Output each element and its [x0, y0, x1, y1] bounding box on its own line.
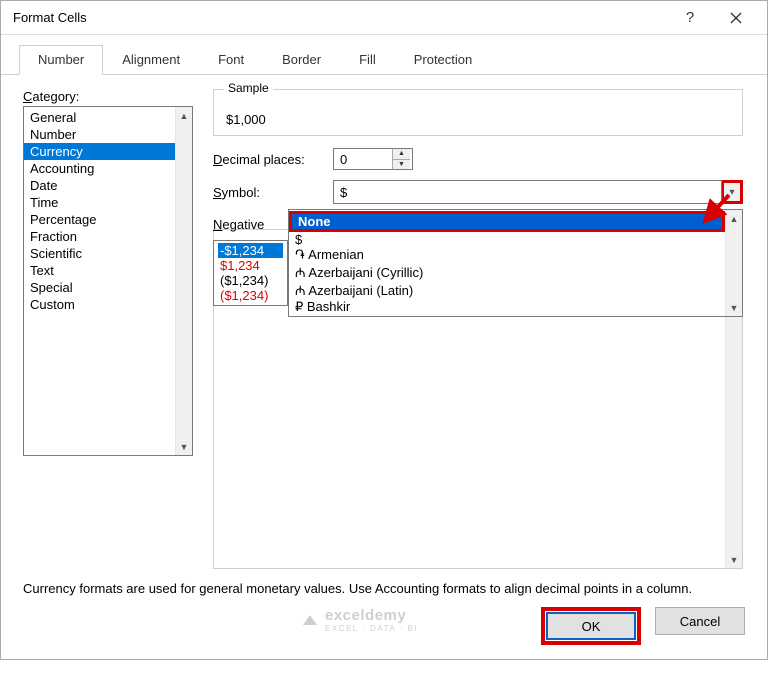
titlebar: Format Cells ? — [1, 1, 767, 35]
scroll-down-icon[interactable]: ▼ — [176, 438, 192, 455]
sample-value: $1,000 — [226, 112, 730, 127]
cancel-button[interactable]: Cancel — [655, 607, 745, 635]
category-item[interactable]: Date — [24, 177, 175, 194]
category-item[interactable]: Text — [24, 262, 175, 279]
decimal-label: Decimal places: — [213, 152, 333, 167]
ok-button[interactable]: OK — [546, 612, 636, 640]
decimal-input[interactable] — [334, 149, 392, 169]
scroll-up-icon[interactable]: ▲ — [176, 107, 192, 124]
category-item[interactable]: Time — [24, 194, 175, 211]
decimal-spinbox[interactable]: ▲ ▼ — [333, 148, 413, 170]
negative-numbers-listbox[interactable]: -$1,234 $1,234 ($1,234) ($1,234) — [213, 240, 288, 306]
annotation-highlight: OK — [541, 607, 641, 645]
sample-legend: Sample — [224, 81, 273, 95]
symbol-dropdown-list[interactable]: None $ ֏ Armenian ₼ Azerbaijani (Cyrilli… — [288, 209, 743, 317]
category-item[interactable]: Number — [24, 126, 175, 143]
category-item[interactable]: Custom — [24, 296, 175, 313]
scroll-up-icon[interactable]: ▲ — [726, 210, 742, 227]
category-item[interactable]: General — [24, 109, 175, 126]
dropdown-item[interactable]: $ — [289, 232, 725, 247]
category-item[interactable]: Fraction — [24, 228, 175, 245]
watermark-text: exceldemy — [325, 607, 418, 624]
sample-group: Sample $1,000 — [213, 89, 743, 136]
symbol-dropdown-button[interactable]: ▾ — [721, 180, 743, 204]
symbol-select[interactable]: $ — [333, 180, 722, 204]
dialog-title: Format Cells — [13, 10, 667, 25]
dropdown-item[interactable]: ₼ Azerbaijani (Cyrillic) — [289, 263, 725, 281]
spin-down-icon[interactable]: ▼ — [393, 160, 410, 170]
negative-item[interactable]: ($1,234) — [218, 273, 283, 288]
category-item[interactable]: Accounting — [24, 160, 175, 177]
tab-strip: Number Alignment Font Border Fill Protec… — [1, 35, 767, 75]
dropdown-item[interactable]: ֏ Armenian — [289, 247, 725, 263]
negative-item[interactable]: $1,234 — [218, 258, 283, 273]
scroll-down-icon[interactable]: ▼ — [726, 299, 742, 316]
category-scrollbar[interactable]: ▲ ▼ — [175, 107, 192, 455]
negative-item[interactable]: ($1,234) — [218, 288, 283, 303]
category-listbox[interactable]: General Number Currency Accounting Date … — [23, 106, 193, 456]
watermark: exceldemy EXCEL · DATA · BI — [301, 607, 418, 633]
scroll-down-icon[interactable]: ▼ — [726, 551, 742, 568]
dropdown-item[interactable]: None — [292, 214, 722, 229]
chevron-down-icon: ▾ — [729, 187, 734, 198]
category-item[interactable]: Special — [24, 279, 175, 296]
format-description: Currency formats are used for general mo… — [23, 580, 743, 598]
symbol-label: Symbol: — [213, 185, 333, 200]
tab-font[interactable]: Font — [199, 45, 263, 75]
watermark-icon — [301, 611, 319, 629]
dialog-button-bar: OK Cancel — [541, 607, 745, 645]
symbol-selected-value: $ — [340, 185, 347, 200]
category-item[interactable]: Scientific — [24, 245, 175, 262]
dropdown-item[interactable]: ₽ Bashkir — [289, 299, 725, 315]
category-item[interactable]: Currency — [24, 143, 175, 160]
watermark-sub: EXCEL · DATA · BI — [325, 624, 418, 633]
spin-up-icon[interactable]: ▲ — [393, 149, 410, 160]
dropdown-item[interactable]: ₼ Azerbaijani (Latin) — [289, 281, 725, 299]
tab-protection[interactable]: Protection — [395, 45, 492, 75]
negative-label: Negative — [213, 217, 264, 232]
close-button[interactable] — [713, 3, 759, 33]
tab-border[interactable]: Border — [263, 45, 340, 75]
tab-number[interactable]: Number — [19, 45, 103, 75]
help-button[interactable]: ? — [667, 3, 713, 33]
tab-fill[interactable]: Fill — [340, 45, 395, 75]
tab-alignment[interactable]: Alignment — [103, 45, 199, 75]
negative-item[interactable]: -$1,234 — [218, 243, 283, 258]
dropdown-scrollbar[interactable]: ▲ ▼ — [725, 210, 742, 316]
close-icon — [730, 12, 742, 24]
format-cells-dialog: Format Cells ? Number Alignment Font Bor… — [0, 0, 768, 660]
category-item[interactable]: Percentage — [24, 211, 175, 228]
